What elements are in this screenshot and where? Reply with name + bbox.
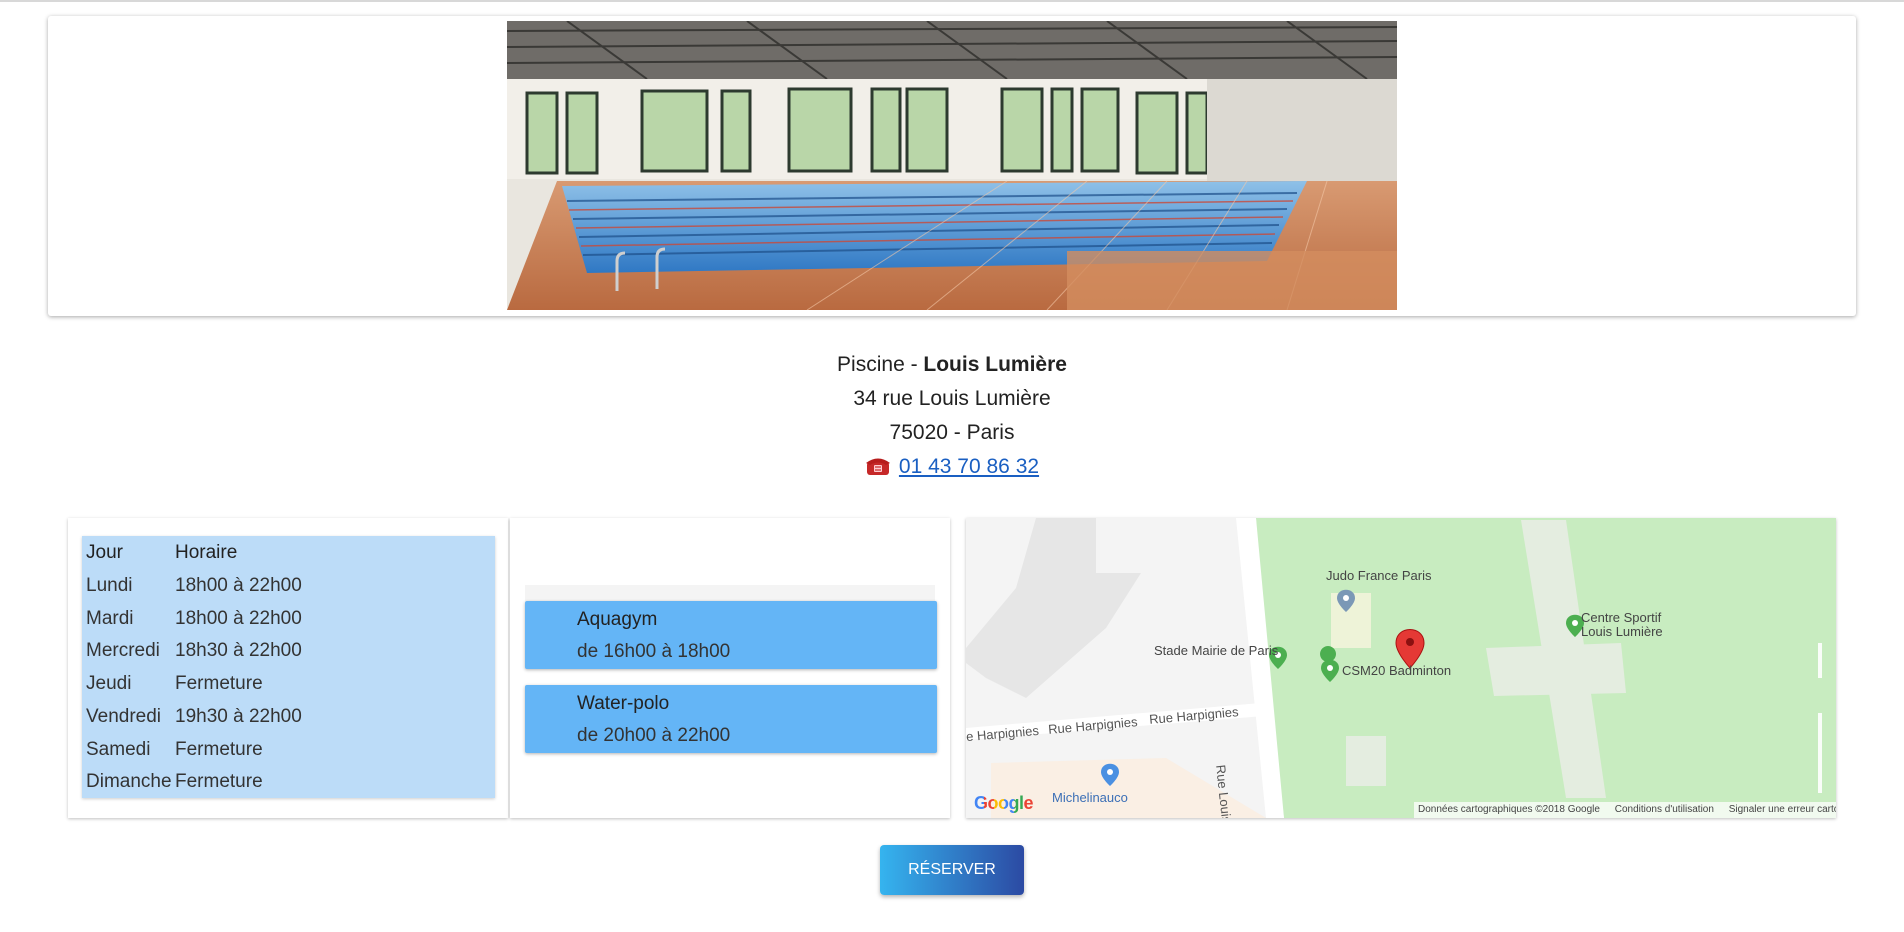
activity-hours: de 16h00 à 18h00 [577, 641, 731, 662]
activity-name: Aquagym [577, 609, 658, 630]
hours-day: Vendredi [86, 706, 162, 727]
phone-link[interactable]: 01 43 70 86 32 [899, 455, 1039, 478]
activity-name: Water-polo [577, 693, 670, 714]
hours-time: Fermeture [175, 673, 263, 694]
map-panel[interactable]: Judo France Paris Stade Mairie de Paris … [966, 518, 1836, 818]
map-data-credit: Données cartographiques ©2018 Google [1418, 804, 1600, 815]
hours-time: 18h00 à 22h00 [175, 575, 302, 596]
hours-time: Fermeture [175, 739, 263, 760]
facility-type: Piscine - [837, 353, 924, 376]
hours-day: Mardi [86, 608, 134, 629]
map-footer: Données cartographiques ©2018 Google Con… [1414, 802, 1836, 818]
map-label-shop: Michelinauco [1052, 790, 1128, 805]
facility-name: Louis Lumière [923, 353, 1067, 376]
hours-time: Fermeture [175, 771, 263, 792]
google-logo: Google [974, 793, 1034, 814]
map-label-centre-line1: Centre Sportif [1581, 610, 1662, 625]
map-report-link[interactable]: Signaler une erreur cartog [1729, 804, 1836, 815]
activity-card-water-polo[interactable]: Water-polo de 20h00 à 22h00 [525, 685, 937, 753]
map-label-stade: Stade Mairie de Paris [1154, 643, 1279, 658]
hours-day: Jeudi [86, 673, 132, 694]
google-logo-text: Google [974, 793, 1034, 813]
activity-card-aquagym[interactable]: Aquagym de 16h00 à 18h00 [525, 601, 937, 669]
map-label-judo: Judo France Paris [1326, 568, 1432, 583]
hours-day: Lundi [86, 575, 133, 596]
facility-info: Piscine - Louis Lumière 34 rue Louis Lum… [0, 348, 1904, 484]
top-divider [0, 0, 1904, 2]
hours-header-time: Horaire [175, 542, 238, 563]
hours-time: 18h00 à 22h00 [175, 608, 302, 629]
hours-table: Jour Horaire Lundi 18h00 à 22h00 Mardi 1… [82, 536, 495, 798]
hours-time: 19h30 à 22h00 [175, 706, 302, 727]
hours-day: Samedi [86, 739, 151, 760]
hours-day: Mercredi [86, 640, 160, 661]
facility-title: Piscine - Louis Lumière [0, 348, 1904, 382]
map-terms-link[interactable]: Conditions d'utilisation [1615, 804, 1714, 815]
pool-photo [507, 21, 1397, 310]
facility-city: 75020 - Paris [889, 421, 1015, 444]
hours-day: Dimanche [86, 771, 172, 792]
activities-panel: Aquagym de 16h00 à 18h00 Water-polo de 2… [510, 518, 950, 818]
facility-phone-line: 01 43 70 86 32 [0, 450, 1904, 484]
activities-header-strip [525, 585, 935, 601]
opening-hours-panel: Jour Horaire Lundi 18h00 à 22h00 Mardi 1… [68, 518, 508, 818]
reserve-button[interactable]: RÉSERVER [880, 845, 1024, 895]
map-label-centre-line2: Louis Lumière [1581, 624, 1663, 639]
telephone-icon [865, 453, 891, 475]
hours-header-day: Jour [86, 542, 123, 563]
map-label-centre-sportif: Centre Sportif Louis Lumière [1581, 611, 1663, 639]
facility-address: 34 rue Louis Lumière [853, 387, 1051, 410]
hours-time: 18h30 à 22h00 [175, 640, 302, 661]
map-label-csm: CSM20 Badminton [1342, 663, 1452, 678]
activity-hours: de 20h00 à 22h00 [577, 725, 731, 746]
